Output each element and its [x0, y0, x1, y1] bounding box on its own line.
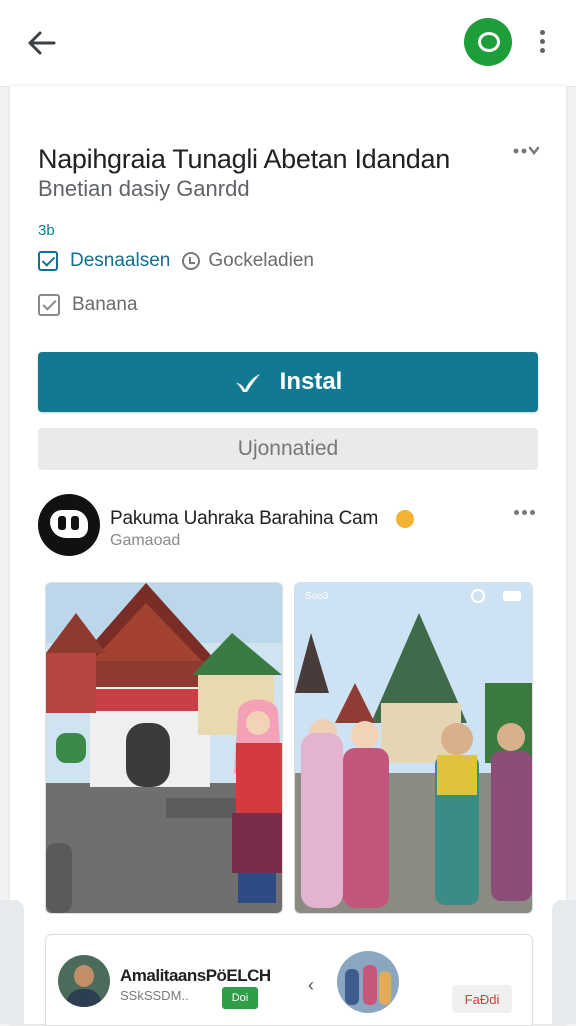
left-edge-panel	[0, 900, 24, 1024]
install-button[interactable]: Instal	[38, 352, 538, 412]
chevron-down-icon	[513, 146, 540, 156]
overflow-menu-button[interactable]	[532, 30, 552, 56]
post-menu-button[interactable]	[514, 510, 538, 520]
post-subtitle: Gamaoad	[110, 532, 181, 549]
secondary-button-label: Ujonnatied	[237, 437, 339, 460]
checkmark-swoosh-icon	[235, 374, 260, 392]
install-label: Instal	[279, 368, 343, 395]
badge-secondary-label: Gockeladien	[208, 250, 314, 271]
screenshot-image-1[interactable]	[45, 582, 283, 914]
chat-button[interactable]	[464, 18, 512, 66]
app-subtitle: Bnetian dasiy Ganrdd	[38, 176, 250, 201]
secondary-button[interactable]: Ujonnatied	[38, 428, 538, 470]
reviewer-name: AmalitaansPöELCH	[120, 966, 271, 985]
reviewer-avatar	[58, 955, 110, 1007]
wishlist-label: Banana	[72, 294, 138, 315]
wishlist-row[interactable]: Banana	[38, 294, 138, 316]
record-icon	[471, 589, 485, 603]
reviewer-subtitle: SSkSSDM..	[120, 988, 189, 1003]
arrow-left-icon	[28, 31, 56, 55]
checkbox-icon[interactable]	[38, 294, 60, 316]
emoji-icon	[396, 510, 414, 528]
more-vertical-icon	[539, 30, 545, 35]
badge-primary-label: Desnaalsen	[70, 250, 171, 271]
review-thumbnail[interactable]	[337, 951, 399, 1013]
battery-icon	[503, 591, 521, 601]
top-app-bar	[0, 0, 576, 87]
post-author[interactable]: Pakuma Uahraka Barahina Cam	[110, 508, 378, 530]
badge-row: Desnaalsen Gockeladien	[38, 249, 314, 273]
checkbox-checked-icon[interactable]	[38, 251, 58, 271]
chat-bubble-icon	[478, 32, 500, 52]
chevron-left-icon[interactable]: ‹	[308, 975, 314, 996]
more-horizontal-icon	[514, 510, 519, 515]
review-tag[interactable]: Doi	[222, 987, 258, 1009]
app-title: Napihgraia Tunagli Abetan Idandan	[38, 144, 450, 174]
review-action-button[interactable]: FaƉdi	[452, 985, 512, 1013]
review-card[interactable]: AmalitaansPöELCH SSkSSDM.. Doi ‹ FaƉdi	[45, 934, 533, 1026]
back-button[interactable]	[22, 26, 62, 60]
photo-label: Soo3	[305, 591, 329, 602]
clock-icon	[182, 252, 201, 270]
avatar[interactable]	[38, 494, 100, 556]
right-edge-panel	[552, 900, 576, 1024]
rating-value: 3b	[38, 222, 55, 239]
expand-button[interactable]	[512, 142, 540, 162]
logo-icon	[50, 510, 88, 538]
screenshot-image-2[interactable]: Soo3	[294, 582, 533, 914]
